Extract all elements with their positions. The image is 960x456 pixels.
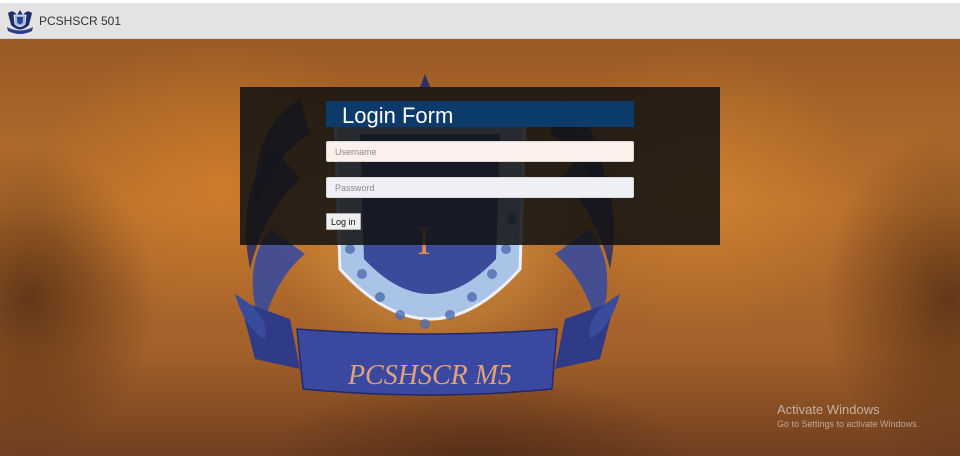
login-button[interactable]: Log in [326,213,361,230]
brand-name-link[interactable]: PCSHSCR 501 [39,14,121,28]
login-title: Login Form [342,103,454,128]
activate-windows-title: Activate Windows [777,402,880,417]
login-form: Login Form Log in [240,87,720,245]
page: PCSHSCR 501 PCSHSCR M5 Activate Windows … [0,0,960,456]
login-title-bar: Login Form [326,101,634,128]
school-crest-icon[interactable] [5,7,35,35]
top-navbar: PCSHSCR 501 [0,3,960,39]
emblem-banner-text: PCSHSCR M5 [347,360,512,391]
password-input[interactable] [326,177,634,198]
username-input[interactable] [326,141,634,162]
activate-windows-subtitle: Go to Settings to activate Windows. [777,419,920,429]
